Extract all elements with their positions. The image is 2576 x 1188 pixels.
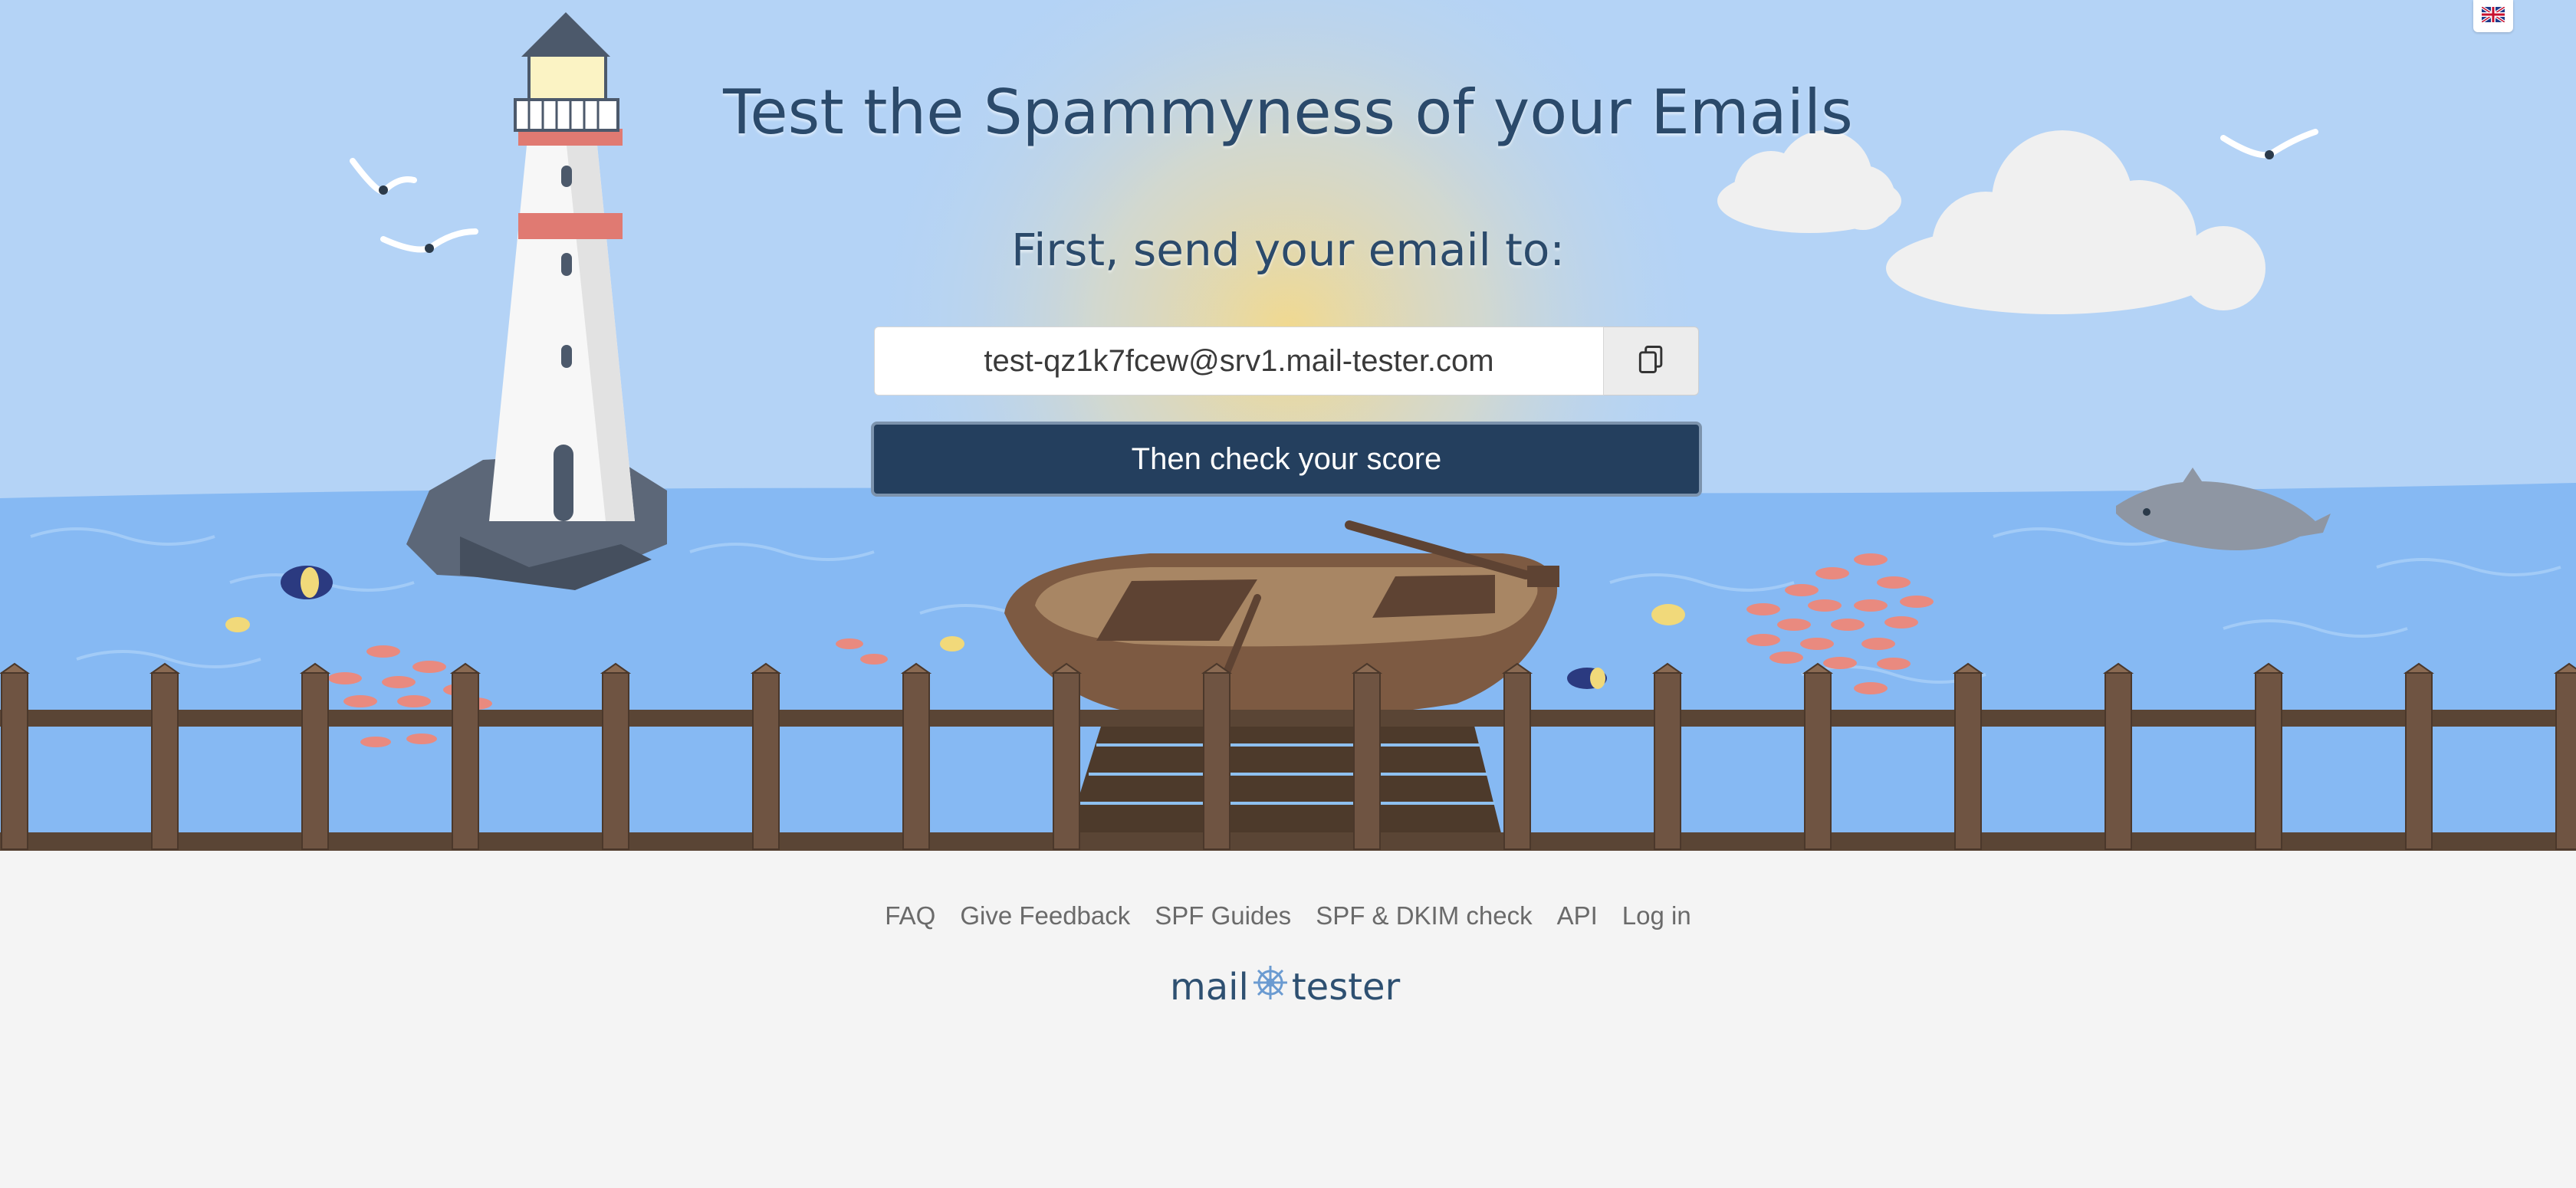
railing-post	[301, 672, 329, 850]
mail-tester-logo[interactable]: mail tester	[1170, 964, 1400, 1010]
railing-post	[2405, 672, 2433, 850]
footer-link-log-in[interactable]: Log in	[1622, 901, 1691, 930]
railing-post	[452, 672, 479, 850]
ship-wheel-icon	[1249, 963, 1292, 1012]
language-selector[interactable]	[2473, 0, 2513, 32]
railing-post	[2255, 672, 2282, 850]
uk-flag-icon	[2480, 5, 2506, 26]
copy-email-button[interactable]	[1604, 327, 1699, 395]
check-score-button[interactable]: Then check your score	[871, 422, 1702, 497]
railing-post	[1954, 672, 1982, 850]
copy-icon	[1635, 343, 1668, 380]
page-title: Test the Spammyness of your Emails	[723, 77, 1853, 148]
footer-link-spf-dkim-check[interactable]: SPF & DKIM check	[1316, 901, 1532, 930]
railing-post	[1203, 672, 1230, 850]
instruction-subtitle: First, send your email to:	[1011, 224, 1565, 276]
footer-link-spf-guides[interactable]: SPF Guides	[1155, 901, 1291, 930]
footer-link-faq[interactable]: FAQ	[885, 901, 935, 930]
railing-post	[1804, 672, 1832, 850]
railing-post	[752, 672, 780, 850]
railing-post	[602, 672, 629, 850]
railing-post	[1654, 672, 1681, 850]
railing-post	[151, 672, 179, 850]
railing-post	[902, 672, 930, 850]
railing-post	[1053, 672, 1080, 850]
railing-post	[2555, 672, 2576, 850]
footer-nav: FAQ Give Feedback SPF Guides SPF & DKIM …	[0, 901, 2576, 930]
footer-link-api[interactable]: API	[1557, 901, 1598, 930]
railing-post	[2104, 672, 2132, 850]
footer-link-give-feedback[interactable]: Give Feedback	[960, 901, 1130, 930]
logo-text-tester: tester	[1291, 966, 1401, 1009]
test-email-field[interactable]	[874, 327, 1604, 395]
email-address-group	[874, 327, 1699, 395]
railing-post	[1503, 672, 1531, 850]
railing-post	[1, 672, 28, 850]
railing-post	[1353, 672, 1381, 850]
hero-section: Test the Spammyness of your Emails First…	[0, 0, 2576, 851]
logo-text-mail: mail	[1170, 966, 1249, 1009]
